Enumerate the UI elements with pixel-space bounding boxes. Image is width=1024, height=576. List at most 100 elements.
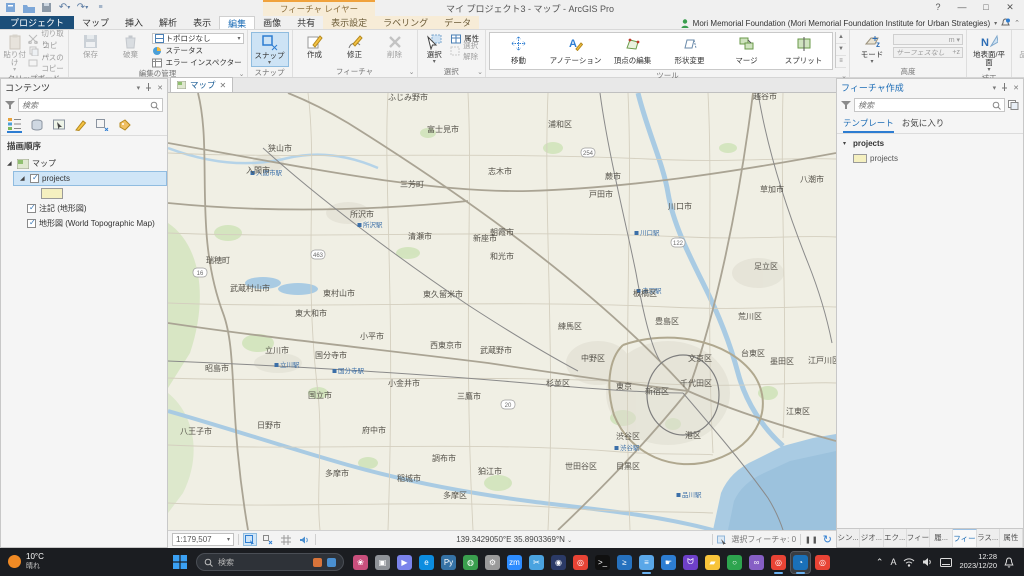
pane-menu-icon[interactable]: ▾: [137, 84, 141, 92]
status-button[interactable]: ステータス: [152, 45, 244, 56]
tree-item-symbol-swatch[interactable]: [35, 186, 167, 201]
green-ring-icon[interactable]: ○: [725, 552, 744, 573]
chrome-profile-icon[interactable]: ◎: [769, 552, 788, 573]
template-search-input[interactable]: [858, 101, 992, 110]
account-name[interactable]: Mori Memorial Foundation (Mori Memorial …: [693, 19, 990, 28]
new-project-icon[interactable]: [4, 1, 17, 14]
list-by-editing-icon[interactable]: [73, 118, 88, 133]
ground-plane-button[interactable]: N 地表面/平面▾: [970, 32, 1008, 73]
chrome-icon[interactable]: ◎: [571, 552, 590, 573]
modify-features-button[interactable]: 修正: [336, 32, 374, 59]
language-bar-icon[interactable]: [940, 558, 952, 567]
pane-pin-icon[interactable]: [1001, 83, 1008, 93]
notepad-icon[interactable]: ≡: [637, 552, 656, 573]
arcgis-globe-icon[interactable]: ◍: [461, 552, 480, 573]
layer-checkbox[interactable]: [30, 174, 39, 183]
arcgis-pro-icon[interactable]: ◔: [791, 552, 810, 573]
notification-bell-icon[interactable]: [1001, 18, 1010, 28]
taskbar-search[interactable]: 検索: [196, 553, 344, 571]
clock[interactable]: 12:28 2023/12/20: [959, 553, 997, 570]
volume-icon[interactable]: [922, 557, 933, 567]
quality-management-button[interactable]: 品質の管理: [1015, 32, 1024, 59]
edge-icon[interactable]: e: [417, 552, 436, 573]
list-by-drawing-order-icon[interactable]: [7, 118, 22, 133]
tool-edit-vertices-button[interactable]: 頂点の編集: [604, 33, 661, 69]
dialog-launcher-icon[interactable]: ⌄: [477, 67, 483, 78]
dock-tab[interactable]: 属性: [1000, 529, 1023, 547]
manage-templates-icon[interactable]: [1008, 100, 1019, 110]
tab-view[interactable]: 表示: [185, 16, 219, 29]
photos-icon[interactable]: ❀: [351, 552, 370, 573]
scale-combobox[interactable]: 1:179,507▾: [172, 533, 234, 546]
dock-tab[interactable]: エク...: [884, 529, 907, 547]
tray-chevron-icon[interactable]: ⌃: [876, 557, 884, 568]
maximize-button[interactable]: □: [974, 0, 998, 15]
meet-icon[interactable]: ▶: [395, 552, 414, 573]
create-features-button[interactable]: 作成: [296, 32, 334, 59]
powershell-icon[interactable]: ≥: [615, 552, 634, 573]
settings-gear-icon[interactable]: ⚙: [483, 552, 502, 573]
minimize-button[interactable]: —: [950, 0, 974, 15]
polygon-symbol-swatch[interactable]: [41, 188, 63, 199]
tab-data[interactable]: データ: [436, 16, 479, 29]
snipping-icon[interactable]: ✂: [527, 552, 546, 573]
mode-button[interactable]: z モード▾: [853, 32, 891, 65]
start-button[interactable]: [170, 552, 189, 573]
close-button[interactable]: ✕: [998, 0, 1022, 15]
ime-indicator[interactable]: A: [890, 557, 896, 567]
tab-share[interactable]: 共有: [289, 16, 323, 29]
tab-analysis[interactable]: 解析: [151, 16, 185, 29]
folder-icon[interactable]: ▰: [703, 552, 722, 573]
close-view-icon[interactable]: ✕: [220, 81, 227, 90]
tool-split-button[interactable]: スプリット: [775, 33, 832, 69]
terminal-icon[interactable]: >_: [593, 552, 612, 573]
contents-search-input[interactable]: [22, 101, 150, 110]
selection-tool-icon[interactable]: [243, 533, 257, 546]
gallery-expand-icon[interactable]: ≡: [836, 56, 846, 68]
tab-labeling[interactable]: ラベリング: [375, 16, 436, 29]
tree-item-projects-layer[interactable]: ◢ projects: [13, 171, 167, 186]
tab-edit[interactable]: 編集: [219, 16, 255, 29]
audio-status-icon[interactable]: [297, 533, 311, 546]
tool-merge-button[interactable]: マージ: [718, 33, 775, 69]
tab-imagery[interactable]: 画像: [255, 16, 289, 29]
chrome-profile2-icon[interactable]: ◎: [813, 552, 832, 573]
save-project-icon[interactable]: [40, 1, 53, 14]
gallery-up-icon[interactable]: ▲: [836, 32, 846, 44]
save-edits-button[interactable]: 保存: [72, 32, 110, 59]
pause-drawing-icon[interactable]: ❚❚: [805, 536, 819, 544]
expander-icon[interactable]: ◢: [20, 175, 27, 182]
dialog-launcher-icon[interactable]: ⌄: [409, 67, 415, 78]
pane-pin-icon[interactable]: [145, 83, 152, 93]
map-view-tab[interactable]: マップ ✕: [170, 77, 233, 92]
account-caret-icon[interactable]: ▾: [994, 20, 997, 27]
visual-studio-icon[interactable]: ∞: [747, 552, 766, 573]
customize-qat-icon[interactable]: ≡: [94, 1, 107, 14]
tab-favorites[interactable]: お気に入り: [902, 117, 945, 133]
collapse-icon[interactable]: ▾: [843, 140, 850, 147]
filter-icon[interactable]: [5, 100, 15, 110]
pane-close-icon[interactable]: ✕: [1013, 84, 1019, 92]
get-z-icon[interactable]: +z: [952, 49, 960, 56]
select-button[interactable]: 選択▾: [421, 32, 449, 65]
list-by-data-source-icon[interactable]: [29, 118, 44, 133]
tree-item-map[interactable]: ◢ マップ: [1, 156, 167, 171]
help-button[interactable]: ?: [926, 0, 950, 15]
python-icon[interactable]: Py: [439, 552, 458, 573]
tree-item-annotation-layer[interactable]: 注記 (地形図): [21, 201, 167, 216]
notifications-bell-icon[interactable]: [1004, 557, 1014, 568]
tab-templates[interactable]: テンプレート: [843, 117, 894, 133]
delete-features-button[interactable]: 削除: [376, 32, 414, 59]
snap-status-icon[interactable]: [261, 533, 275, 546]
tab-map[interactable]: マップ: [74, 16, 117, 29]
dock-tab[interactable]: フィー...: [953, 529, 976, 547]
discard-edits-button[interactable]: 破棄: [112, 32, 150, 59]
zoom-icon[interactable]: zm: [505, 552, 524, 573]
template-item-projects[interactable]: projects: [847, 151, 1023, 166]
redo-icon[interactable]: ↷▾: [76, 1, 89, 14]
pane-close-icon[interactable]: ✕: [157, 84, 163, 92]
selected-features-count[interactable]: 選択フィーチャ: 0: [731, 534, 796, 545]
dock-tab[interactable]: ラス...: [977, 529, 1000, 547]
open-project-icon[interactable]: [22, 1, 35, 14]
tab-insert[interactable]: 挿入: [117, 16, 151, 29]
